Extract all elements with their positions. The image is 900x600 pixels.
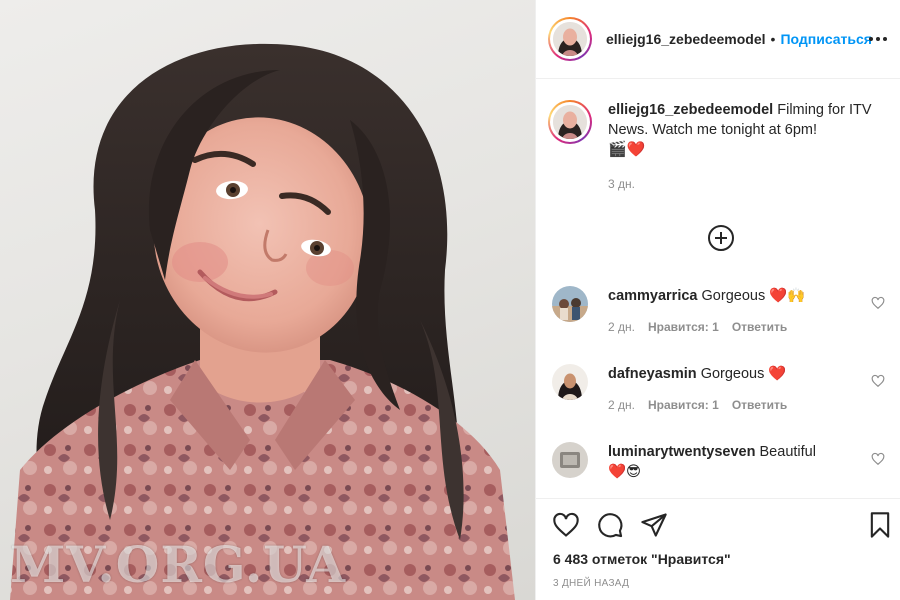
comment-time[interactable]: 2 дн. — [608, 317, 635, 337]
more-horizontal-icon[interactable] — [868, 29, 888, 47]
reply-button[interactable]: Ответить — [732, 395, 787, 415]
separator-dot: • — [770, 31, 776, 47]
comment-item: dafneyasmin Gorgeous ❤️ 2 дн. Нравится: … — [552, 364, 897, 415]
heart-icon[interactable] — [552, 511, 580, 539]
send-icon[interactable] — [640, 511, 668, 539]
comment-item: luminarytwentyseven Beautiful ❤️😎 — [552, 442, 897, 482]
comment-text: Beautiful — [759, 444, 816, 460]
post-date[interactable]: 3 ДНЕЙ НАЗАД — [553, 578, 629, 589]
caption-emojis: 🎬❤️ — [608, 141, 646, 158]
comment-icon[interactable] — [596, 511, 624, 539]
heart-icon[interactable] — [871, 452, 885, 466]
commenter-username[interactable]: dafneyasmin — [608, 366, 697, 382]
post-caption: elliejg16_zebedeemodel Filming for ITV N… — [548, 100, 888, 194]
post-header: elliejg16_zebedeemodel • Подписаться — [548, 17, 890, 61]
post-side-panel: elliejg16_zebedeemodel • Подписаться ell… — [535, 0, 900, 600]
comment-text: Gorgeous — [701, 288, 766, 304]
watermark-text: MV.ORG.UA — [10, 535, 347, 594]
heart-icon[interactable] — [871, 296, 885, 310]
action-bar — [550, 511, 895, 541]
author-avatar[interactable] — [548, 17, 592, 61]
comment-item: cammyarrica Gorgeous ❤️🙌 2 дн. Нравится:… — [552, 286, 897, 337]
post-photo[interactable]: MV.ORG.UA — [0, 0, 535, 600]
commenter-username[interactable]: luminarytwentyseven — [608, 444, 755, 460]
heart-icon[interactable] — [871, 374, 885, 388]
comment-emojis: ❤️😎 — [608, 464, 642, 480]
header-divider — [536, 78, 900, 79]
caption-time[interactable]: 3 дн. — [608, 174, 878, 194]
comment-emojis: ❤️ — [768, 366, 787, 382]
bookmark-icon[interactable] — [866, 511, 894, 539]
commenter-avatar[interactable] — [552, 364, 588, 400]
portrait-image — [10, 43, 515, 600]
comment-emojis: ❤️🙌 — [769, 288, 806, 304]
reply-button[interactable]: Ответить — [732, 317, 787, 337]
caption-avatar[interactable] — [548, 100, 592, 144]
commenter-avatar[interactable] — [552, 286, 588, 322]
comment-time[interactable]: 2 дн. — [608, 395, 635, 415]
comment-likes[interactable]: Нравится: 1 — [648, 317, 719, 337]
commenter-avatar[interactable] — [552, 442, 588, 478]
author-username[interactable]: elliejg16_zebedeemodel — [606, 31, 766, 47]
likes-count[interactable]: 6 483 отметок "Нравится" — [553, 551, 731, 567]
actions-divider — [536, 498, 900, 499]
commenter-username[interactable]: cammyarrica — [608, 288, 698, 304]
caption-username[interactable]: elliejg16_zebedeemodel — [608, 102, 773, 118]
plus-circle-icon[interactable] — [707, 224, 735, 252]
comment-text: Gorgeous — [700, 366, 765, 382]
comment-likes[interactable]: Нравится: 1 — [648, 395, 719, 415]
follow-button[interactable]: Подписаться — [780, 31, 872, 47]
